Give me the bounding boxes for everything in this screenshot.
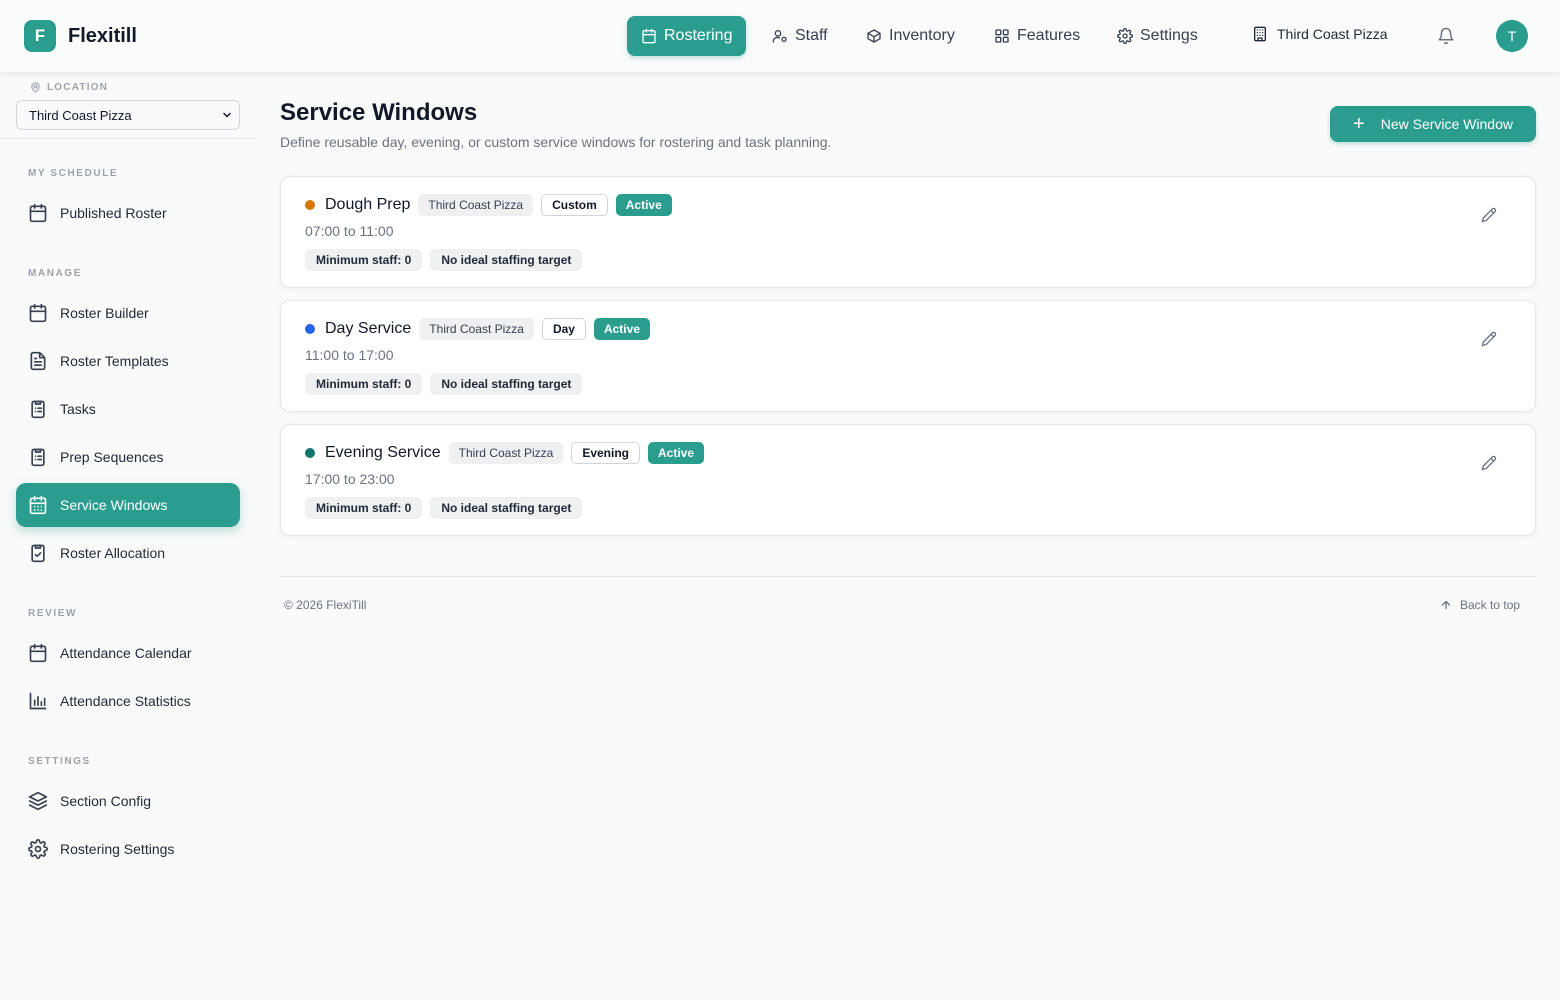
nav-features[interactable]: Features xyxy=(980,16,1094,56)
bar-chart-icon xyxy=(29,692,47,710)
location-label: LOCATION xyxy=(30,82,108,93)
bell-icon[interactable] xyxy=(1437,27,1455,45)
location-select[interactable]: Third Coast Pizza xyxy=(16,100,240,130)
service-window-card[interactable]: Dough Prep Third Coast Pizza Custom Acti… xyxy=(280,176,1536,288)
location-tag: Third Coast Pizza xyxy=(418,194,534,216)
calendar-icon xyxy=(29,303,47,323)
page-subtitle: Define reusable day, evening, or custom … xyxy=(280,134,832,150)
gear-icon xyxy=(1117,28,1133,44)
nav-label: Settings xyxy=(1140,27,1198,44)
location-tag: Third Coast Pizza xyxy=(419,318,534,340)
status-badge: Active xyxy=(648,442,705,464)
map-pin-icon xyxy=(31,82,40,93)
sidebar-item-published-roster[interactable]: Published Roster xyxy=(16,191,240,235)
time-range: 07:00 to 11:00 xyxy=(305,223,394,239)
file-icon xyxy=(30,351,46,371)
package-icon xyxy=(867,29,881,43)
sidebar: LOCATION Third Coast Pizza MY SCHEDULE P… xyxy=(0,72,256,1000)
sidebar-item-roster-builder[interactable]: Roster Builder xyxy=(16,291,240,335)
nav-settings[interactable]: Settings xyxy=(1103,16,1212,56)
sidebar-item-prep-sequences[interactable]: Prep Sequences xyxy=(16,435,240,479)
clipboard-list-icon xyxy=(31,448,45,467)
sidebar-item-rostering-settings[interactable]: Rostering Settings xyxy=(16,827,240,871)
brand[interactable]: F Flexitill xyxy=(24,20,137,52)
sidebar-item-attendance-calendar[interactable]: Attendance Calendar xyxy=(16,631,240,675)
location-name: Third Coast Pizza xyxy=(1277,26,1388,42)
calendar-icon xyxy=(29,643,47,663)
sidebar-item-section-config[interactable]: Section Config xyxy=(16,779,240,823)
nav-label: Rostering xyxy=(664,27,733,44)
service-window-card[interactable]: Evening Service Third Coast Pizza Evenin… xyxy=(280,424,1536,536)
divider xyxy=(0,138,256,139)
status-badge: Active xyxy=(615,194,672,216)
sidebar-item-roster-allocation[interactable]: Roster Allocation xyxy=(16,531,240,575)
service-window-name: Dough Prep xyxy=(325,196,411,213)
chevron-down-icon xyxy=(223,112,231,118)
type-tag: Day xyxy=(541,318,586,340)
building-icon xyxy=(1254,26,1266,42)
service-window-card[interactable]: Day Service Third Coast Pizza Day Active… xyxy=(280,300,1536,412)
ideal-staff-tag: No ideal staffing target xyxy=(430,249,583,271)
clipboard-check-icon xyxy=(31,544,45,563)
clipboard-list-icon xyxy=(31,400,45,419)
min-staff-tag: Minimum staff: 0 xyxy=(305,497,423,519)
sidebar-item-attendance-statistics[interactable]: Attendance Statistics xyxy=(16,679,240,723)
calendar-grid-icon xyxy=(29,495,47,515)
service-window-name: Day Service xyxy=(325,320,412,337)
brand-logo: F xyxy=(24,20,56,52)
section-manage: MANAGE xyxy=(28,268,83,279)
time-range: 11:00 to 17:00 xyxy=(305,347,394,363)
arrow-up-icon xyxy=(1441,600,1451,610)
pencil-icon[interactable] xyxy=(1481,331,1497,347)
section-settings: SETTINGS xyxy=(28,756,91,767)
plus-icon: + xyxy=(1353,113,1365,135)
back-to-top-link[interactable]: Back to top xyxy=(1440,598,1520,612)
footer-divider xyxy=(280,576,1536,577)
ideal-staff-tag: No ideal staffing target xyxy=(430,373,583,395)
layers-icon xyxy=(28,791,48,811)
type-tag: Evening xyxy=(571,442,641,464)
nav-label: Inventory xyxy=(889,27,955,44)
nav-inventory[interactable]: Inventory xyxy=(852,16,969,56)
calendar-icon xyxy=(29,203,47,223)
time-range: 17:00 to 23:00 xyxy=(305,471,395,487)
color-dot xyxy=(305,200,315,210)
copyright: © 2026 FlexiTill xyxy=(284,598,367,612)
nav-rostering[interactable]: Rostering xyxy=(627,16,747,56)
min-staff-tag: Minimum staff: 0 xyxy=(305,249,423,271)
nav-label: Staff xyxy=(795,27,828,44)
status-badge: Active xyxy=(593,318,650,340)
nav-staff[interactable]: Staff xyxy=(758,16,842,56)
pencil-icon[interactable] xyxy=(1481,207,1497,223)
section-review: REVIEW xyxy=(28,608,78,619)
grid-icon xyxy=(995,29,1009,43)
sidebar-item-roster-templates[interactable]: Roster Templates xyxy=(16,339,240,383)
location-tag: Third Coast Pizza xyxy=(448,442,564,464)
location-switcher[interactable]: Third Coast Pizza xyxy=(1252,26,1387,42)
section-my-schedule: MY SCHEDULE xyxy=(28,168,119,179)
sidebar-item-service-windows[interactable]: Service Windows xyxy=(16,483,240,527)
brand-name: Flexitill xyxy=(68,24,137,47)
pencil-icon[interactable] xyxy=(1481,455,1497,471)
type-tag: Custom xyxy=(541,194,608,216)
calendar-icon xyxy=(642,28,656,44)
service-window-name: Evening Service xyxy=(325,444,441,461)
page-title: Service Windows xyxy=(280,99,478,126)
new-service-window-button[interactable]: + New Service Window xyxy=(1330,106,1536,142)
color-dot xyxy=(305,324,315,334)
ideal-staff-tag: No ideal staffing target xyxy=(430,497,583,519)
min-staff-tag: Minimum staff: 0 xyxy=(305,373,423,395)
color-dot xyxy=(305,448,315,458)
avatar[interactable]: T xyxy=(1496,20,1528,52)
nav-label: Features xyxy=(1017,27,1081,44)
top-bar: F Flexitill Rostering Staff Inventory Fe… xyxy=(0,0,1560,72)
sidebar-item-tasks[interactable]: Tasks xyxy=(16,387,240,431)
gear-icon xyxy=(28,839,48,859)
user-cog-icon xyxy=(772,30,787,43)
